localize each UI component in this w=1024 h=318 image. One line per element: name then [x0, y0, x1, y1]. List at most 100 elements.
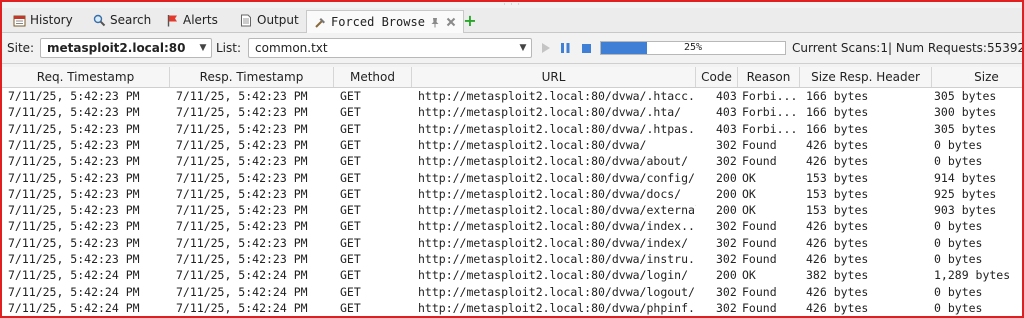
table-row[interactable]: 7/11/25, 5:42:23 PM 7/11/25, 5:42:23 PM GE… [2, 251, 1022, 267]
table-row[interactable]: 7/11/25, 5:42:23 PM 7/11/25, 5:42:23 PM GE… [2, 218, 1022, 234]
column-header-reason[interactable]: Reason [738, 67, 800, 87]
cell-url: http://metasploit2.local:80/dvwa/.htpas.… [418, 121, 696, 136]
cell-size-resp-header: 426 bytes [806, 219, 869, 234]
cell-resp-timestamp: 7/11/25, 5:42:23 PM [176, 252, 308, 266]
forced-browse-icon [313, 15, 327, 29]
cell-reason: Found [742, 252, 777, 266]
results-table: Req. Timestamp Resp. Timestamp Method URL Co… [2, 67, 1022, 316]
tab-label: Alerts [183, 13, 218, 27]
table-row[interactable]: 7/11/25, 5:42:23 PM 7/11/25, 5:42:23 PM GE… [2, 121, 1022, 137]
scan-progress-text: 25% [683, 42, 703, 53]
pause-scan-icon[interactable] [559, 42, 571, 54]
site-select[interactable]: metasploit2.local:80 ▼ [40, 38, 212, 58]
cell-req-timestamp: 7/11/25, 5:42:23 PM [8, 235, 140, 250]
cell-reason: Forbi... [742, 105, 798, 120]
tab-alerts[interactable]: Alerts [159, 10, 224, 30]
table-row[interactable]: 7/11/25, 5:42:23 PM 7/11/25, 5:42:23 PM GE… [2, 88, 1022, 104]
column-header-method[interactable]: Method [334, 67, 412, 87]
cell-req-timestamp: 7/11/25, 5:42:24 PM [8, 284, 140, 299]
tab-label: Output [257, 13, 299, 27]
tab-forced-browse[interactable]: Forced Browse [306, 10, 464, 33]
cell-resp-timestamp: 7/11/25, 5:42:23 PM [176, 186, 308, 201]
table-row[interactable]: 7/11/25, 5:42:23 PM 7/11/25, 5:42:23 PM GE… [2, 153, 1022, 169]
cell-req-timestamp: 7/11/25, 5:42:23 PM [8, 186, 140, 201]
cell-reason: Found [742, 235, 777, 250]
cell-method: GET [340, 137, 361, 152]
cell-url: http://metasploit2.local:80/dvwa/login/ [418, 268, 689, 283]
table-row[interactable]: 7/11/25, 5:42:23 PM 7/11/25, 5:42:23 PM GE… [2, 202, 1022, 218]
cell-size-resp-header: 426 bytes [806, 137, 869, 152]
cell-size-resp-header: 166 bytes [806, 121, 869, 136]
pin-tab-icon[interactable] [429, 16, 441, 28]
cell-req-timestamp: 7/11/25, 5:42:23 PM [8, 219, 140, 234]
cell-code: 200 [716, 170, 737, 185]
cell-url: http://metasploit2.local:80/dvwa/externa… [418, 203, 696, 218]
table-row[interactable]: 7/11/25, 5:42:23 PM 7/11/25, 5:42:23 PM GE… [2, 104, 1022, 120]
cell-code: 302 [716, 137, 737, 152]
cell-size: 925 bytes [934, 186, 997, 201]
cell-req-timestamp: 7/11/25, 5:42:24 PM [8, 268, 140, 283]
cell-req-timestamp: 7/11/25, 5:42:23 PM [8, 121, 140, 136]
scan-progress-bar: 25% [600, 41, 786, 55]
table-row[interactable]: 7/11/25, 5:42:23 PM 7/11/25, 5:42:23 PM GE… [2, 137, 1022, 153]
cell-resp-timestamp: 7/11/25, 5:42:23 PM [176, 203, 308, 218]
cell-reason: Found [742, 154, 777, 169]
site-select-value: metasploit2.local:80 [47, 41, 186, 55]
stop-scan-icon[interactable] [580, 42, 592, 54]
cell-method: GET [340, 235, 361, 250]
column-header-url[interactable]: URL [412, 67, 696, 87]
zap-panel-frame: · · · History Search Alerts Output Force… [0, 0, 1024, 318]
search-icon [92, 13, 106, 27]
site-label: Site: [7, 41, 35, 55]
alert-flag-icon [165, 13, 179, 27]
cell-reason: Found [742, 219, 777, 234]
column-header-size[interactable]: Size [932, 67, 1022, 87]
cell-resp-timestamp: 7/11/25, 5:42:24 PM [176, 284, 308, 299]
column-header-resp-timestamp[interactable]: Resp. Timestamp [170, 67, 334, 87]
wordlist-select[interactable]: common.txt ▼ [248, 38, 532, 58]
cell-code: 200 [716, 186, 737, 201]
cell-size: 0 bytes [934, 300, 983, 315]
cell-resp-timestamp: 7/11/25, 5:42:23 PM [176, 121, 308, 136]
cell-size-resp-header: 166 bytes [806, 89, 869, 103]
table-row[interactable]: 7/11/25, 5:42:24 PM 7/11/25, 5:42:24 PM GE… [2, 300, 1022, 316]
cell-size: 0 bytes [934, 284, 983, 299]
cell-method: GET [340, 154, 361, 169]
cell-size: 0 bytes [934, 137, 983, 152]
close-tab-icon[interactable] [445, 16, 457, 28]
tab-label: History [30, 13, 73, 27]
table-row[interactable]: 7/11/25, 5:42:23 PM 7/11/25, 5:42:23 PM GE… [2, 235, 1022, 251]
cell-size-resp-header: 426 bytes [806, 252, 869, 266]
tab-output[interactable]: Output [233, 10, 305, 30]
table-row[interactable]: 7/11/25, 5:42:23 PM 7/11/25, 5:42:23 PM GE… [2, 170, 1022, 186]
cell-method: GET [340, 170, 361, 185]
column-header-code[interactable]: Code [696, 67, 738, 87]
cell-reason: Found [742, 300, 777, 315]
cell-req-timestamp: 7/11/25, 5:42:23 PM [8, 89, 140, 103]
list-label: List: [216, 41, 242, 55]
table-row[interactable]: 7/11/25, 5:42:24 PM 7/11/25, 5:42:24 PM GE… [2, 267, 1022, 283]
start-scan-icon[interactable] [540, 42, 552, 54]
cell-method: GET [340, 89, 361, 103]
cell-size: 305 bytes [934, 121, 997, 136]
tab-search[interactable]: Search [86, 10, 157, 30]
cell-code: 302 [716, 235, 737, 250]
cell-method: GET [340, 121, 361, 136]
wordlist-select-value: common.txt [255, 41, 328, 55]
output-document-icon [239, 13, 253, 27]
table-row[interactable]: 7/11/25, 5:42:24 PM 7/11/25, 5:42:24 PM GE… [2, 284, 1022, 300]
cell-size: 0 bytes [934, 235, 983, 250]
column-header-req-timestamp[interactable]: Req. Timestamp [2, 67, 170, 87]
cell-reason: Found [742, 137, 777, 152]
cell-req-timestamp: 7/11/25, 5:42:23 PM [8, 170, 140, 185]
cell-code: 302 [716, 300, 737, 315]
table-row[interactable]: 7/11/25, 5:42:23 PM 7/11/25, 5:42:23 PM GE… [2, 186, 1022, 202]
tab-history[interactable]: History [6, 10, 79, 30]
add-tab-icon[interactable]: + [462, 13, 478, 29]
cell-url: http://metasploit2.local:80/dvwa/.htacc.… [418, 89, 696, 103]
cell-req-timestamp: 7/11/25, 5:42:23 PM [8, 154, 140, 169]
cell-resp-timestamp: 7/11/25, 5:42:23 PM [176, 89, 308, 103]
cell-method: GET [340, 105, 361, 120]
column-header-size-resp-header[interactable]: Size Resp. Header [800, 67, 932, 87]
cell-reason: OK [742, 203, 756, 218]
